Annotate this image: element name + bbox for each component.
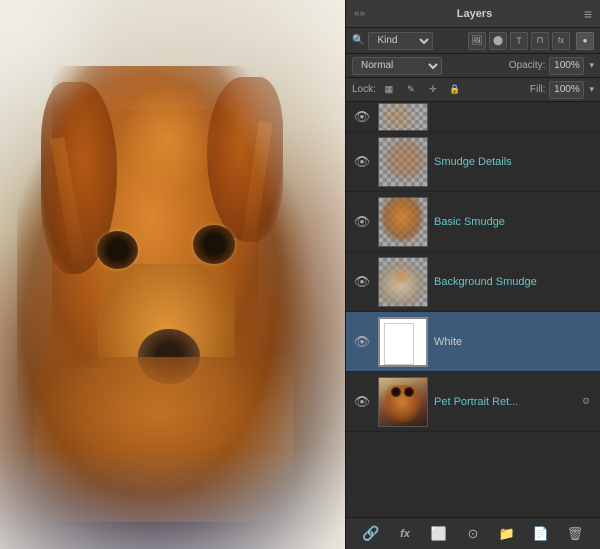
fill-label: Fill: <box>530 84 546 95</box>
filter-row: 🔍 Kind 🖼 ⬤ T ⊓ fx ● <box>346 28 600 54</box>
filter-icons: 🖼 ⬤ T ⊓ fx <box>468 32 570 50</box>
layer-visibility-pet-portrait[interactable]: 👁 <box>352 394 372 410</box>
delete-layer-button[interactable]: 🗑 <box>564 523 586 545</box>
layer-settings-icon[interactable]: ⚙ <box>578 394 594 410</box>
add-mask-button[interactable]: ⬜ <box>428 523 450 545</box>
layers-list: 👁 👁 Smudge Details 👁 Basic Smudge <box>346 102 600 517</box>
filter-toggle[interactable]: ● <box>576 32 594 50</box>
dog-painting <box>0 0 345 549</box>
layer-name-pet-portrait: Pet Portrait Ret... <box>434 396 578 408</box>
fill-input[interactable] <box>549 81 584 99</box>
layer-thumb-white <box>378 317 428 367</box>
opacity-input[interactable] <box>549 57 584 75</box>
layer-thumb-partial <box>378 103 428 131</box>
panel-header: «» Layers ≡ <box>346 0 600 28</box>
panel-arrows: «» <box>354 8 365 19</box>
filter-smartobject-icon[interactable]: fx <box>552 32 570 50</box>
lock-brush-icon[interactable]: ✎ <box>402 81 420 99</box>
lock-label: Lock: <box>352 84 376 95</box>
layer-visibility-white[interactable]: 👁 <box>352 334 372 350</box>
new-group-button[interactable]: 📁 <box>496 523 518 545</box>
opacity-label: Opacity: <box>509 60 546 71</box>
lock-pixels-icon[interactable]: ▦ <box>380 81 398 99</box>
layer-thumb-basic-smudge <box>378 197 428 247</box>
lock-row: Lock: ▦ ✎ ✛ 🔒 Fill: ▾ <box>346 78 600 102</box>
layer-item-pet-portrait[interactable]: 👁 Pet Portrait Ret... ⚙ <box>346 372 600 432</box>
lock-move-icon[interactable]: ✛ <box>424 81 442 99</box>
blend-mode-dropdown[interactable]: Normal Multiply Screen Overlay <box>352 57 442 75</box>
layer-visibility-smudge-details[interactable]: 👁 <box>352 154 372 170</box>
panel-title: Layers <box>457 8 492 20</box>
layer-thumb-smudge-details <box>378 137 428 187</box>
opacity-arrow[interactable]: ▾ <box>589 60 594 71</box>
new-adjustment-button[interactable]: ⊙ <box>462 523 484 545</box>
layer-item-basic-smudge[interactable]: 👁 Basic Smudge <box>346 192 600 252</box>
layer-effects-button[interactable]: fx <box>394 523 416 545</box>
blend-mode-row: Normal Multiply Screen Overlay Opacity: … <box>346 54 600 78</box>
layer-name-bg-smudge: Background Smudge <box>434 276 594 288</box>
filter-adjust-icon[interactable]: ⬤ <box>489 32 507 50</box>
filter-text-icon[interactable]: T <box>510 32 528 50</box>
link-layers-button[interactable]: 🔗 <box>360 523 382 545</box>
layer-item-bg-smudge[interactable]: 👁 Background Smudge <box>346 252 600 312</box>
layer-thumb-pet-portrait <box>378 377 428 427</box>
layer-name-basic-smudge: Basic Smudge <box>434 216 594 228</box>
lock-all-icon[interactable]: 🔒 <box>446 81 464 99</box>
layer-item-white[interactable]: 👁 White <box>346 312 600 372</box>
new-layer-button[interactable]: 📄 <box>530 523 552 545</box>
layer-name-white: White <box>434 336 594 348</box>
layer-visibility-bg-smudge[interactable]: 👁 <box>352 274 372 290</box>
canvas-area <box>0 0 345 549</box>
filter-shape-icon[interactable]: ⊓ <box>531 32 549 50</box>
layer-item-smudge-details[interactable]: 👁 Smudge Details <box>346 132 600 192</box>
panel-footer: 🔗 fx ⬜ ⊙ 📁 📄 🗑 <box>346 517 600 549</box>
panel-menu-icon[interactable]: ≡ <box>584 6 592 22</box>
fill-arrow[interactable]: ▾ <box>589 84 594 95</box>
layer-item-partial[interactable]: 👁 <box>346 102 600 132</box>
layer-thumb-bg-smudge <box>378 257 428 307</box>
layer-visibility-basic-smudge[interactable]: 👁 <box>352 214 372 230</box>
filter-pixel-icon[interactable]: 🖼 <box>468 32 486 50</box>
layer-visibility-partial[interactable]: 👁 <box>352 109 372 125</box>
filter-dropdown[interactable]: Kind <box>368 32 433 50</box>
filter-magnifier-icon: 🔍 <box>352 35 364 46</box>
layers-panel: «» Layers ≡ 🔍 Kind 🖼 ⬤ T ⊓ fx ● Normal M… <box>345 0 600 549</box>
layer-name-smudge-details: Smudge Details <box>434 156 594 168</box>
